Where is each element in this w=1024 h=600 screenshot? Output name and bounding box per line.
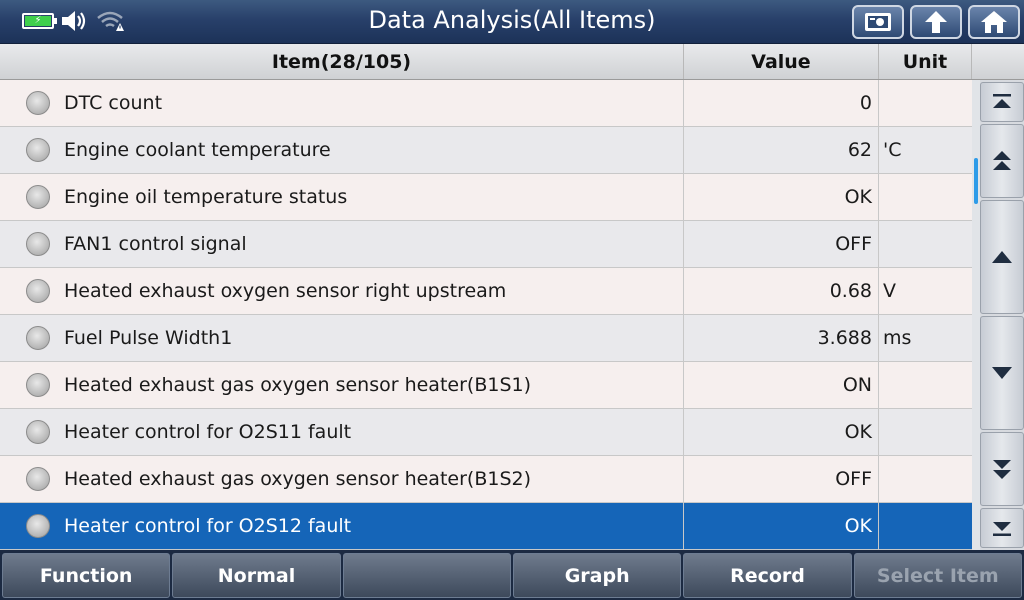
item-unit — [879, 409, 972, 455]
item-label: Fuel Pulse Width1 — [64, 327, 233, 349]
item-value: 62 — [684, 127, 879, 173]
item-label: Engine oil temperature status — [64, 186, 348, 208]
item-unit — [879, 221, 972, 267]
table-row[interactable]: Heated exhaust gas oxygen sensor heater(… — [0, 362, 972, 409]
graph-button[interactable]: Graph — [512, 553, 682, 598]
arrow-up-back-icon — [925, 11, 947, 33]
data-table: Item(28/105) Value Unit DTC count 0 Engi… — [0, 44, 972, 550]
item-unit — [879, 174, 972, 220]
table-row[interactable]: Fuel Pulse Width1 3.688 ms — [0, 315, 972, 362]
page-down-icon — [993, 460, 1011, 479]
item-value: 0.68 — [684, 268, 879, 314]
radio-icon[interactable] — [26, 326, 50, 350]
line-down-icon — [992, 367, 1012, 379]
scroll-top-button[interactable] — [980, 82, 1024, 122]
camera-screen-icon — [865, 13, 891, 31]
radio-icon[interactable] — [26, 514, 50, 538]
item-label: Heater control for O2S11 fault — [64, 421, 352, 443]
radio-icon[interactable] — [26, 232, 50, 256]
scroll-bottom-icon — [993, 522, 1011, 536]
normal-button[interactable]: Normal — [172, 553, 341, 598]
item-unit: 'C — [883, 139, 902, 161]
item-unit — [879, 80, 972, 126]
radio-icon[interactable] — [26, 467, 50, 491]
function-button[interactable]: Function — [2, 553, 171, 598]
item-value: 0 — [684, 80, 879, 126]
line-up-button[interactable] — [980, 200, 1024, 314]
scroll-panel — [972, 80, 1024, 550]
table-row[interactable]: Heated exhaust oxygen sensor right upstr… — [0, 268, 972, 315]
item-label: Heated exhaust gas oxygen sensor heater(… — [64, 468, 532, 490]
table-row-selected[interactable]: Heater control for O2S12 fault OK — [0, 503, 972, 550]
scrollbar-thumb[interactable] — [974, 158, 978, 204]
title-bar: ⚡ Data Analysis(All Items) — [0, 0, 1024, 44]
bottom-toolbar: Function Normal Graph Record Select Item — [0, 550, 1024, 600]
header-unit: Unit — [879, 44, 972, 79]
item-label: Heated exhaust gas oxygen sensor heater(… — [64, 374, 532, 396]
radio-icon[interactable] — [26, 420, 50, 444]
screenshot-button[interactable] — [852, 5, 904, 39]
radio-icon[interactable] — [26, 279, 50, 303]
scrollbar[interactable] — [972, 80, 980, 550]
item-value: OFF — [684, 456, 879, 502]
header-item: Item(28/105) — [0, 44, 684, 79]
item-value: OK — [684, 409, 879, 455]
page-down-button[interactable] — [980, 432, 1024, 506]
page-up-button[interactable] — [980, 124, 1024, 198]
table-row[interactable]: Heated exhaust gas oxygen sensor heater(… — [0, 456, 972, 503]
scroll-bottom-button[interactable] — [980, 508, 1024, 548]
item-label: FAN1 control signal — [64, 233, 247, 255]
radio-icon[interactable] — [26, 373, 50, 397]
table-row[interactable]: Heater control for O2S11 fault OK — [0, 409, 972, 456]
item-value: OFF — [684, 221, 879, 267]
radio-icon[interactable] — [26, 138, 50, 162]
item-value: ON — [684, 362, 879, 408]
table-row[interactable]: Engine coolant temperature 62 'C — [0, 127, 972, 174]
top-buttons — [852, 5, 1020, 39]
radio-icon[interactable] — [26, 91, 50, 115]
item-label: DTC count — [64, 92, 163, 114]
line-down-button[interactable] — [980, 316, 1024, 430]
item-unit: V — [883, 280, 896, 302]
item-unit — [879, 503, 972, 549]
item-value: OK — [684, 174, 879, 220]
item-unit — [879, 456, 972, 502]
radio-icon[interactable] — [26, 185, 50, 209]
table-header: Item(28/105) Value Unit — [0, 44, 972, 80]
table-row[interactable]: Engine oil temperature status OK — [0, 174, 972, 221]
item-unit: ms — [883, 327, 912, 349]
page-up-icon — [993, 151, 1011, 170]
table-row[interactable]: DTC count 0 — [0, 80, 972, 127]
header-spacer — [972, 44, 1024, 80]
item-value: 3.688 — [684, 315, 879, 361]
item-value: OK — [684, 503, 879, 549]
select-item-button[interactable]: Select Item — [853, 553, 1022, 598]
record-button[interactable]: Record — [683, 553, 852, 598]
home-icon — [981, 11, 1007, 33]
table-row[interactable]: FAN1 control signal OFF — [0, 221, 972, 268]
header-value: Value — [684, 44, 879, 79]
item-label: Heater control for O2S12 fault — [64, 515, 352, 537]
item-label: Engine coolant temperature — [64, 139, 331, 161]
scroll-top-icon — [993, 94, 1011, 108]
blank-button[interactable] — [342, 553, 511, 598]
item-label: Heated exhaust oxygen sensor right upstr… — [64, 280, 507, 302]
home-button[interactable] — [968, 5, 1020, 39]
line-up-icon — [992, 251, 1012, 263]
back-button[interactable] — [910, 5, 962, 39]
item-unit — [879, 362, 972, 408]
